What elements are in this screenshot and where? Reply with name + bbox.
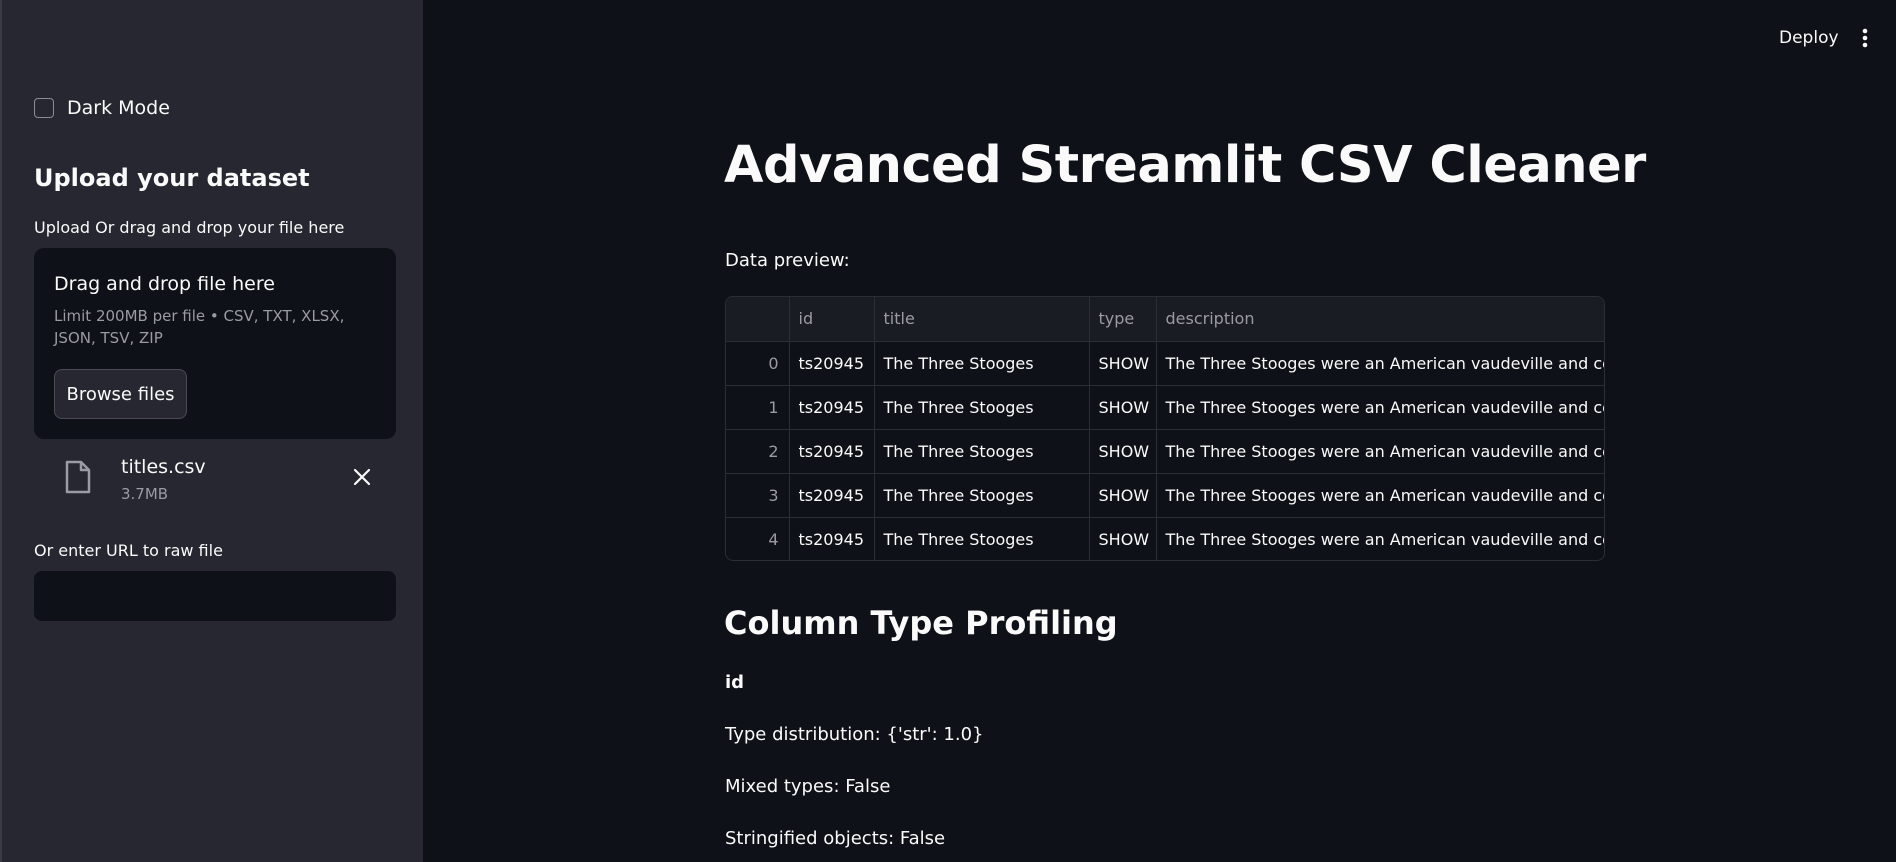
table-header-row: id title type description	[726, 297, 1604, 342]
uploaded-file: titles.csv 3.7MB	[34, 450, 396, 510]
dropzone-limit: Limit 200MB per file • CSV, TXT, XLSX, J…	[54, 307, 345, 347]
cell-id[interactable]: ts20945	[789, 429, 875, 474]
table-row: 2 ts20945 The Three Stooges SHOW The Thr…	[726, 429, 1604, 474]
dark-mode-label: Dark Mode	[67, 97, 170, 119]
page-title: Advanced Streamlit CSV Cleaner	[724, 136, 1646, 195]
mixed-types-text: Mixed types: False	[725, 776, 891, 797]
deploy-button[interactable]: Deploy	[1767, 22, 1851, 54]
column-header-index[interactable]	[726, 297, 790, 342]
cell-type[interactable]: SHOW	[1089, 429, 1157, 474]
cell-title[interactable]: The Three Stooges	[874, 517, 1090, 560]
cell-description[interactable]: The Three Stooges were an American vaude…	[1156, 429, 1604, 474]
upload-label: Upload Or drag and drop your file here	[34, 218, 345, 237]
column-header-description[interactable]: description	[1156, 297, 1604, 342]
dropzone-title: Drag and drop file here	[54, 273, 275, 295]
cell-title[interactable]: The Three Stooges	[874, 429, 1090, 474]
cell-type[interactable]: SHOW	[1089, 341, 1157, 386]
vertical-ellipsis-icon	[1862, 28, 1868, 48]
profiled-column-name: id	[725, 672, 745, 693]
app-root: Dark Mode Upload your dataset Upload Or …	[0, 0, 1896, 862]
file-size: 3.7MB	[121, 485, 169, 503]
column-header-title[interactable]: title	[874, 297, 1090, 342]
cell-title[interactable]: The Three Stooges	[874, 385, 1090, 430]
browse-files-button[interactable]: Browse files	[54, 369, 187, 419]
cell-type[interactable]: SHOW	[1089, 473, 1157, 518]
row-index[interactable]: 3	[726, 473, 790, 518]
cell-description[interactable]: The Three Stooges were an American vaude…	[1156, 473, 1604, 518]
cell-description[interactable]: The Three Stooges were an American vaude…	[1156, 385, 1604, 430]
row-index[interactable]: 2	[726, 429, 790, 474]
table-row: 3 ts20945 The Three Stooges SHOW The Thr…	[726, 473, 1604, 518]
table-row: 0 ts20945 The Three Stooges SHOW The Thr…	[726, 341, 1604, 386]
file-icon	[65, 460, 91, 494]
cell-description[interactable]: The Three Stooges were an American vaude…	[1156, 341, 1604, 386]
row-index[interactable]: 0	[726, 341, 790, 386]
cell-id[interactable]: ts20945	[789, 473, 875, 518]
close-icon[interactable]	[351, 466, 373, 488]
cell-id[interactable]: ts20945	[789, 385, 875, 430]
upload-heading: Upload your dataset	[34, 164, 310, 192]
cell-title[interactable]: The Three Stooges	[874, 341, 1090, 386]
column-header-id[interactable]: id	[789, 297, 875, 342]
dark-mode-toggle[interactable]: Dark Mode	[34, 97, 170, 119]
cell-description[interactable]: The Three Stooges were an American vaude…	[1156, 517, 1604, 560]
sidebar: Dark Mode Upload your dataset Upload Or …	[0, 0, 423, 862]
file-name: titles.csv	[121, 456, 206, 478]
cell-id[interactable]: ts20945	[789, 517, 875, 560]
column-profiling-heading: Column Type Profiling	[724, 604, 1118, 642]
url-input[interactable]	[34, 571, 396, 621]
row-index[interactable]: 1	[726, 385, 790, 430]
cell-type[interactable]: SHOW	[1089, 517, 1157, 560]
cell-id[interactable]: ts20945	[789, 341, 875, 386]
cell-type[interactable]: SHOW	[1089, 385, 1157, 430]
url-label: Or enter URL to raw file	[34, 541, 223, 560]
data-preview-label: Data preview:	[725, 250, 850, 271]
type-distribution-text: Type distribution: {'str': 1.0}	[725, 724, 984, 745]
table-row: 4 ts20945 The Three Stooges SHOW The Thr…	[726, 517, 1604, 560]
stringified-objects-text: Stringified objects: False	[725, 828, 946, 849]
dark-mode-checkbox[interactable]	[34, 98, 54, 118]
main-menu-button[interactable]	[1853, 24, 1877, 52]
file-dropzone[interactable]: Drag and drop file here Limit 200MB per …	[34, 248, 396, 439]
column-header-type[interactable]: type	[1089, 297, 1157, 342]
row-index[interactable]: 4	[726, 517, 790, 560]
table-row: 1 ts20945 The Three Stooges SHOW The Thr…	[726, 385, 1604, 430]
cell-title[interactable]: The Three Stooges	[874, 473, 1090, 518]
data-preview-table[interactable]: id title type description 0 ts20945 The …	[725, 296, 1605, 561]
